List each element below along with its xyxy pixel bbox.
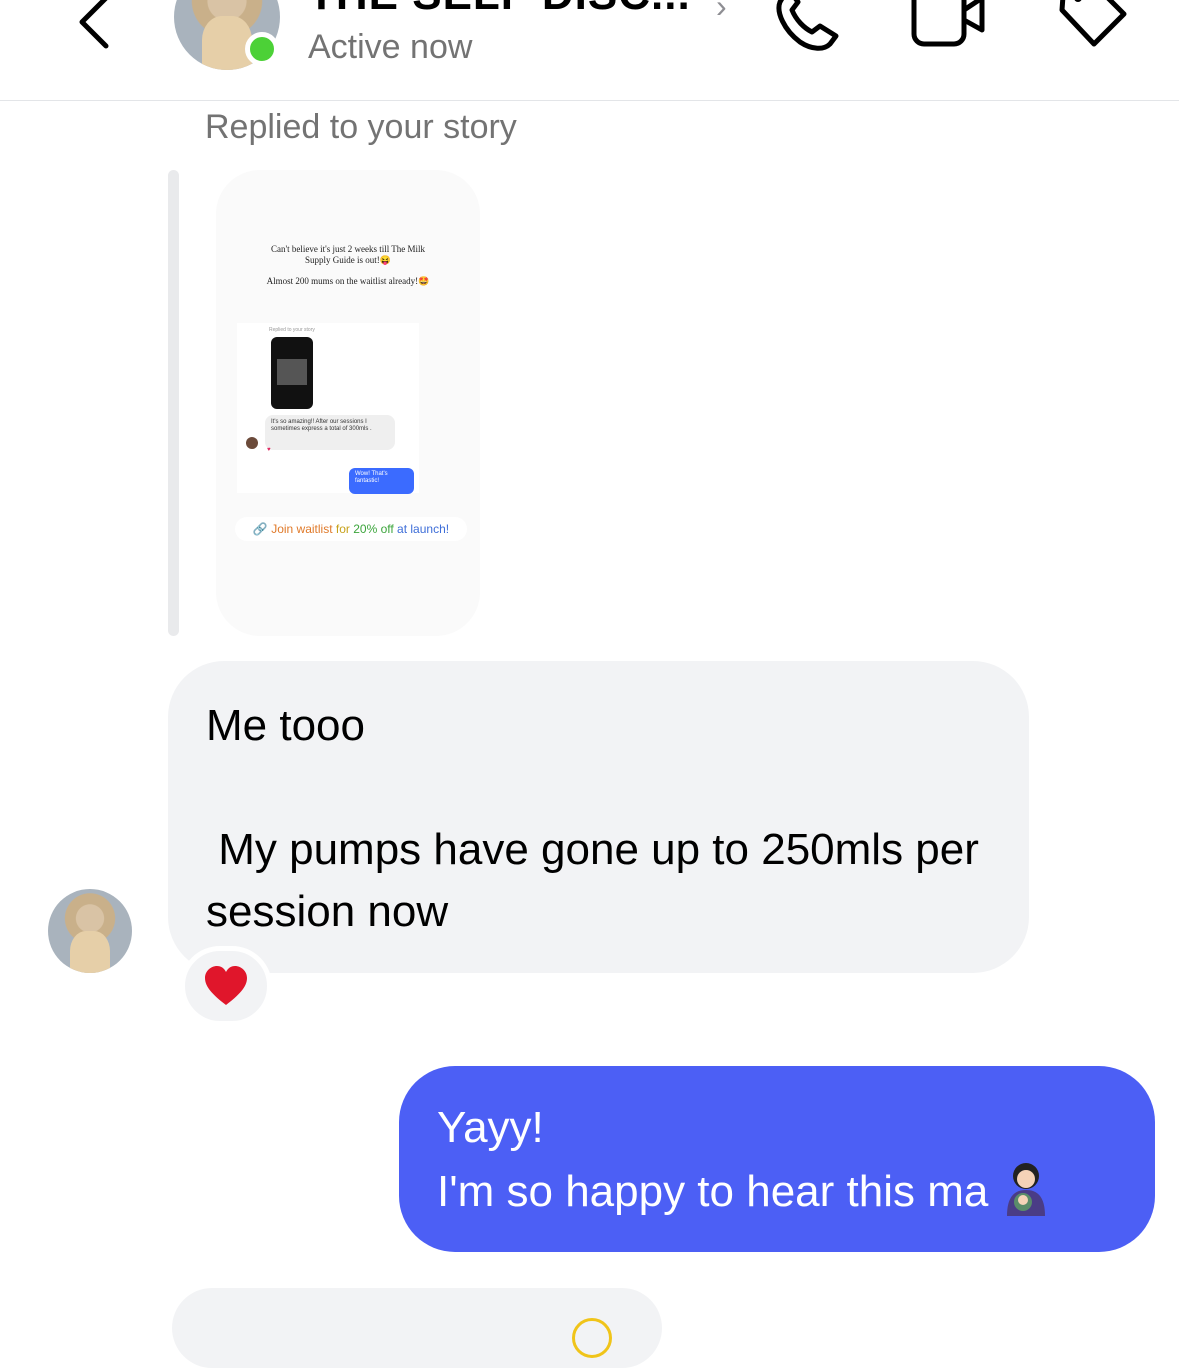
- link-text-part: at launch!: [397, 522, 450, 536]
- mini-reply: Wow! That's fantastic!: [349, 468, 414, 494]
- tag-icon[interactable]: [1056, 0, 1132, 57]
- outgoing-message-text: Yayy! I'm so happy to hear this ma: [437, 1103, 989, 1216]
- waitlist-link-sticker[interactable]: 🔗 Join waitlist for 20% off at launch!: [235, 517, 467, 541]
- link-text-part: Join waitlist: [271, 522, 336, 536]
- reply-quote-bar: [168, 170, 179, 636]
- video-icon[interactable]: [910, 0, 988, 55]
- link-text-part: for: [335, 522, 354, 536]
- story-text-line: Supply Guide is out!😝: [305, 255, 391, 265]
- incoming-message-bubble[interactable]: Me tooo My pumps have gone up to 250mls …: [168, 661, 1029, 973]
- story-embedded-screenshot: Replied to your story It's so amazing!! …: [237, 323, 419, 494]
- mini-avatar: [246, 437, 258, 449]
- outgoing-message-bubble[interactable]: Yayy! I'm so happy to hear this ma: [399, 1066, 1155, 1252]
- chat-header: THE SELF DISC... › Active now: [0, 0, 1179, 101]
- online-indicator: [245, 32, 279, 66]
- mini-heart-icon: ♥: [267, 447, 271, 453]
- link-text-part: 20% off: [353, 522, 398, 536]
- phone-icon[interactable]: [770, 0, 840, 57]
- mini-message: It's so amazing!! After our sessions I s…: [265, 415, 395, 450]
- active-status: Active now: [308, 28, 473, 66]
- mini-replied-label: Replied to your story: [269, 327, 315, 333]
- mini-story-thumbnail: [271, 337, 313, 409]
- link-icon: 🔗: [252, 522, 268, 536]
- title-chevron-icon[interactable]: ›: [716, 0, 727, 25]
- heart-icon: [205, 966, 247, 1005]
- story-text-line: Almost 200 mums on the waitlist already!…: [266, 276, 430, 286]
- heart-reaction[interactable]: [180, 946, 272, 1026]
- replied-to-story-label: Replied to your story: [205, 108, 517, 146]
- chat-title[interactable]: THE SELF DISC...: [308, 0, 691, 20]
- breastfeeding-emoji-icon: [1001, 1160, 1051, 1216]
- story-text-line: Can't believe it's just 2 weeks till The…: [270, 244, 426, 254]
- emoji-icon: [572, 1318, 612, 1358]
- story-preview[interactable]: Can't believe it's just 2 weeks till The…: [216, 170, 480, 636]
- back-chevron-icon[interactable]: [70, 0, 120, 50]
- sender-avatar[interactable]: [48, 889, 132, 973]
